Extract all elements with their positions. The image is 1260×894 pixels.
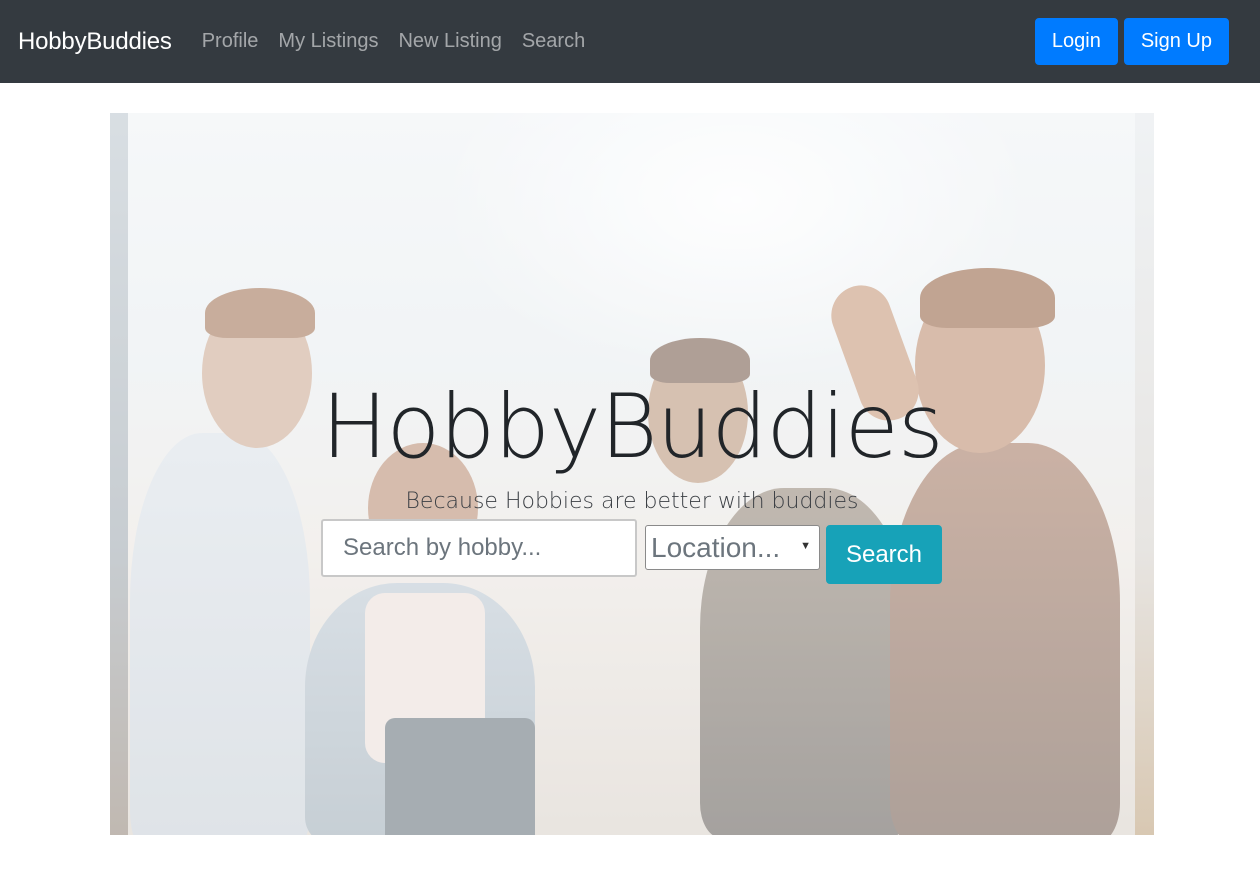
nav-link-my-listings[interactable]: My Listings bbox=[278, 30, 378, 53]
nav-link-search[interactable]: Search bbox=[522, 30, 585, 53]
top-navbar: HobbyBuddies Profile My Listings New Lis… bbox=[0, 0, 1260, 83]
hero-title: HobbyBuddies bbox=[321, 375, 943, 478]
nav-auth-buttons: Login Sign Up bbox=[1034, 18, 1229, 65]
search-form: Location... ▼ Search bbox=[321, 519, 942, 584]
hobby-search-input[interactable] bbox=[321, 519, 637, 577]
search-button[interactable]: Search bbox=[826, 525, 942, 584]
login-button[interactable]: Login bbox=[1034, 18, 1118, 65]
nav-link-profile[interactable]: Profile bbox=[202, 30, 259, 53]
nav-link-new-listing[interactable]: New Listing bbox=[398, 30, 501, 53]
location-select[interactable]: Location... ▼ bbox=[645, 525, 820, 570]
signup-button[interactable]: Sign Up bbox=[1123, 18, 1229, 65]
hero-subtitle: Because Hobbies are better with buddies bbox=[405, 489, 859, 514]
hero-content: HobbyBuddies Because Hobbies are better … bbox=[110, 113, 1154, 835]
brand-link[interactable]: HobbyBuddies bbox=[18, 28, 172, 56]
location-select-value: Location... bbox=[651, 532, 781, 563]
chevron-down-icon: ▼ bbox=[800, 540, 811, 552]
hero-banner: HobbyBuddies Because Hobbies are better … bbox=[110, 113, 1154, 835]
